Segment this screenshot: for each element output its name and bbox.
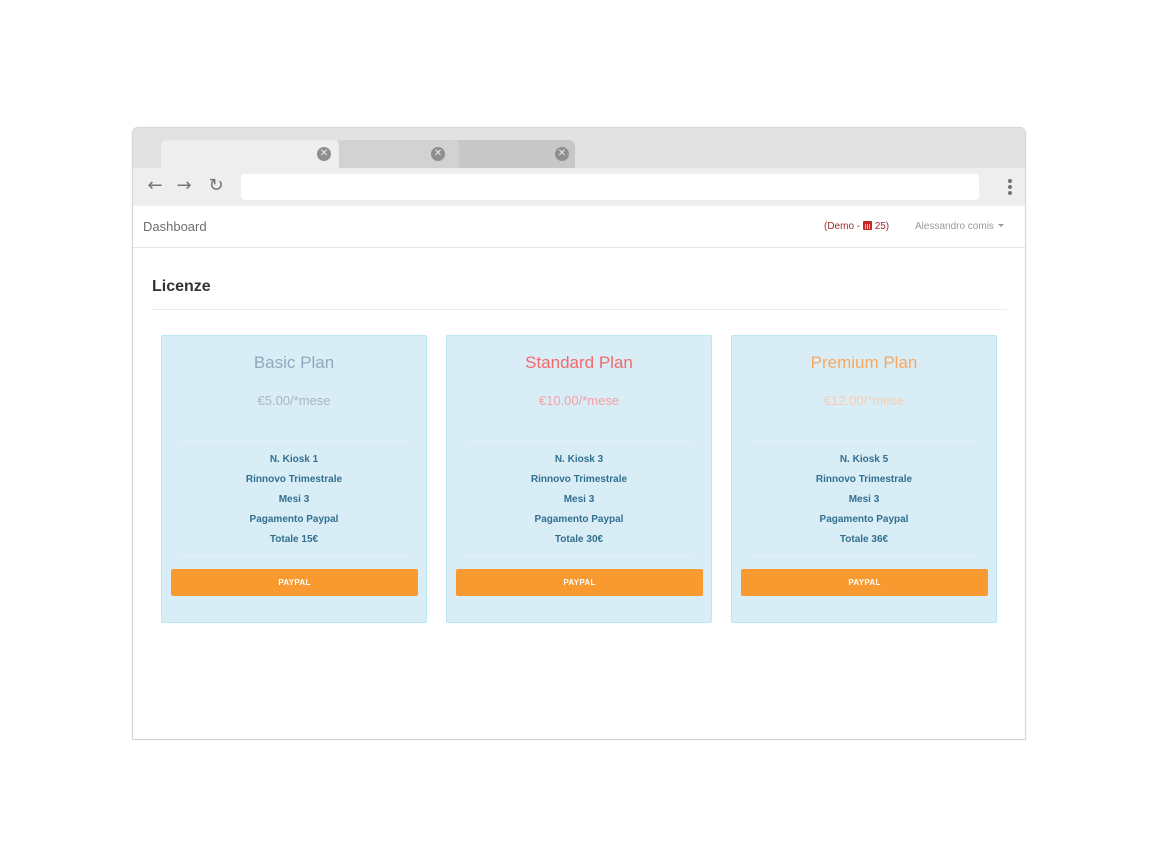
back-arrow-icon[interactable]: ← [143,174,167,198]
feature-item: Rinnovo Trimestrale [245,474,343,485]
plan-card-basic: Basic Plan €5.00/*mese N. Kiosk 1 Rinnov… [161,335,427,623]
feature-item: N. Kiosk 5 [839,454,889,465]
browser-tab-2[interactable]: ✕ [335,140,459,168]
tab-strip: ✕ ✕ ✕ [133,128,1025,168]
plan-features: N. Kiosk 1 Rinnovo Trimestrale Mesi 3 Pa… [162,453,426,553]
card-divider [752,555,976,556]
calendar-icon [862,221,872,230]
browser-toolbar: ← → ↻ [133,168,1025,206]
plan-price: €10.00/*mese [538,393,620,408]
plan-price: €5.00/*mese [257,393,331,408]
card-divider [182,441,406,442]
demo-days: 25) [874,221,890,232]
feature-item: N. Kiosk 1 [269,454,319,465]
paypal-button[interactable]: PAYPAL [741,569,988,596]
plan-card-premium: Premium Plan €12.00/*mese N. Kiosk 5 Rin… [731,335,997,623]
card-divider [752,441,976,442]
plan-name: Standard Plan [525,353,633,372]
feature-item: Totale 15€ [269,534,319,545]
card-divider [467,555,691,556]
plan-features: N. Kiosk 5 Rinnovo Trimestrale Mesi 3 Pa… [732,453,996,553]
app-navbar: Dashboard (Demo - 25) Alessandro comis [133,206,1025,248]
plan-features: N. Kiosk 3 Rinnovo Trimestrale Mesi 3 Pa… [447,453,711,553]
demo-badge: (Demo - 25) [824,221,889,232]
browser-tab-3[interactable]: ✕ [453,140,575,168]
tab-close-icon[interactable]: ✕ [431,147,445,161]
forward-arrow-icon[interactable]: → [172,174,196,198]
tab-close-icon[interactable]: ✕ [555,147,569,161]
feature-item: Mesi 3 [278,494,310,505]
plan-name: Premium Plan [810,353,918,372]
feature-item: Mesi 3 [563,494,595,505]
feature-item: Pagamento Paypal [249,514,339,525]
address-bar[interactable] [241,174,979,200]
caret-down-icon [997,224,1004,227]
feature-item: Rinnovo Trimestrale [530,474,628,485]
tab-close-icon[interactable]: ✕ [317,147,331,161]
reload-icon[interactable]: ↻ [204,174,228,198]
title-divider [152,309,1007,310]
plan-card-standard: Standard Plan €10.00/*mese N. Kiosk 3 Ri… [446,335,712,623]
card-divider [467,441,691,442]
browser-tab-1[interactable]: ✕ [161,140,339,168]
feature-item: Totale 36€ [839,534,889,545]
demo-label: (Demo - [824,221,863,232]
feature-item: Mesi 3 [848,494,880,505]
card-divider [182,555,406,556]
feature-item: N. Kiosk 3 [554,454,604,465]
navbar-brand[interactable]: Dashboard [143,219,207,234]
user-menu[interactable]: Alessandro comis [915,221,1004,232]
feature-item: Rinnovo Trimestrale [815,474,913,485]
browser-window: ✕ ✕ ✕ ← → ↻ Dashboard (Demo - 25) Alessa… [132,127,1026,740]
user-name: Alessandro comis [915,221,994,232]
plan-name: Basic Plan [253,353,335,372]
kebab-menu-icon[interactable] [1007,178,1013,196]
feature-item: Totale 30€ [554,534,604,545]
paypal-button[interactable]: PAYPAL [456,569,703,596]
plan-price: €12.00/*mese [823,393,905,408]
paypal-button[interactable]: PAYPAL [171,569,418,596]
page-title: Licenze [152,278,211,295]
feature-item: Pagamento Paypal [534,514,624,525]
feature-item: Pagamento Paypal [819,514,909,525]
